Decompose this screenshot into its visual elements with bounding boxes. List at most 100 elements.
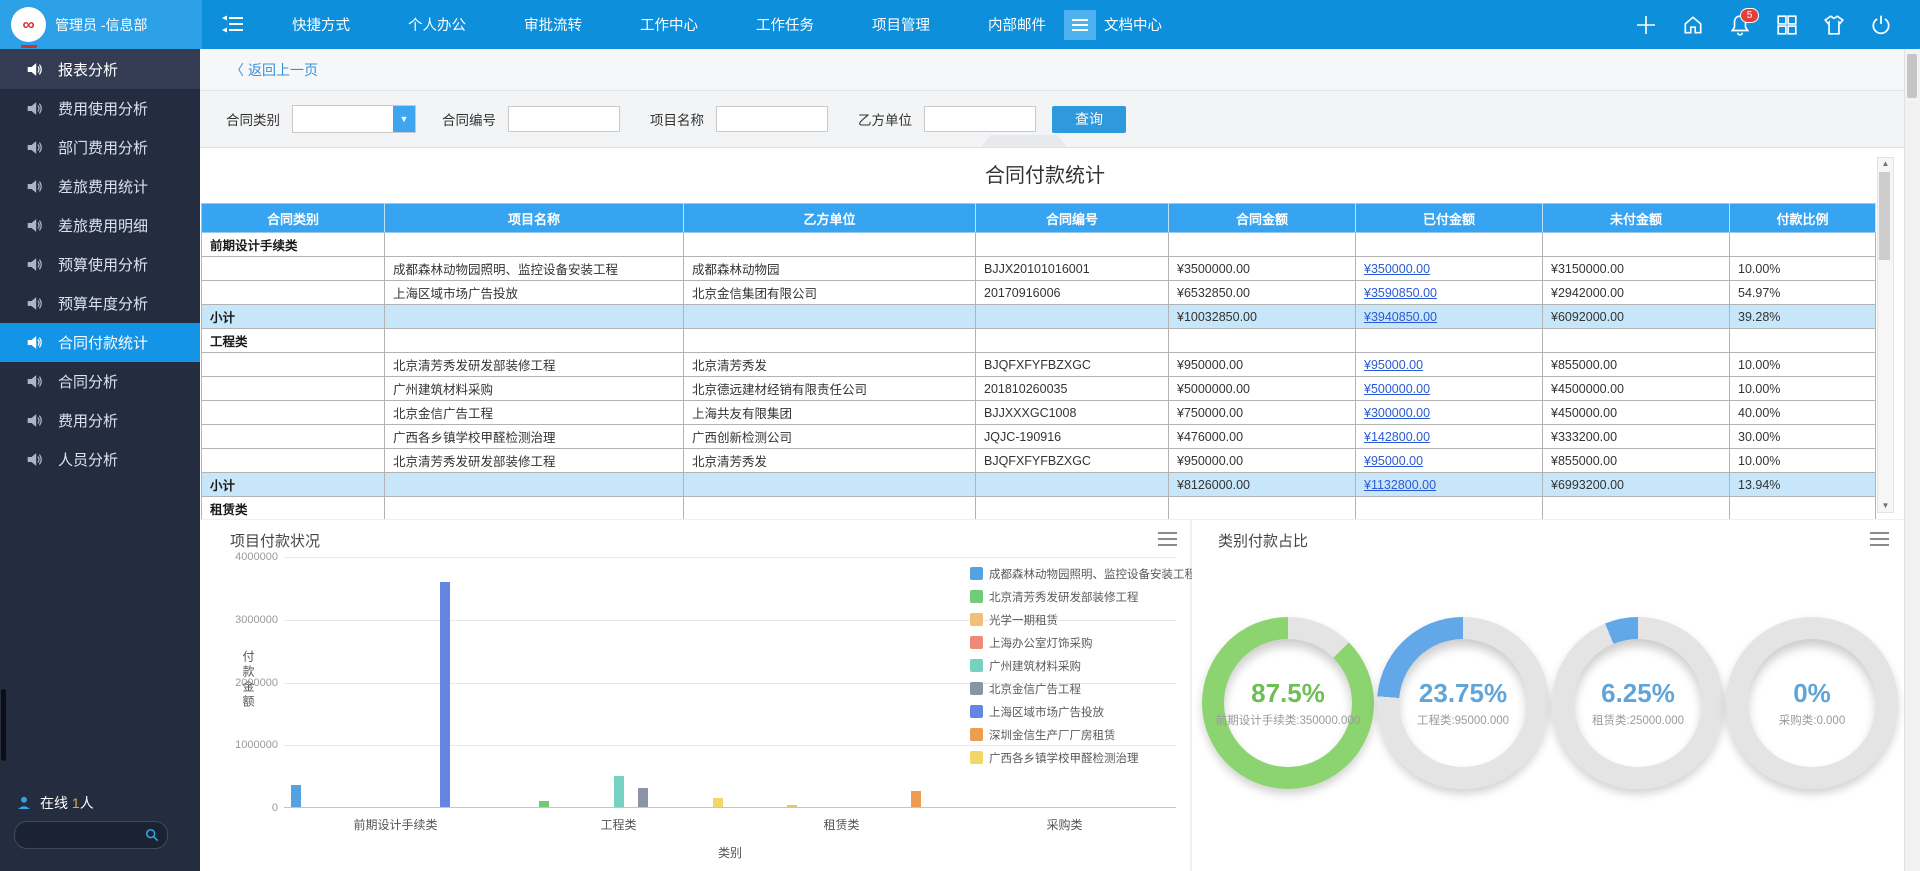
more-menu-button[interactable] (1064, 10, 1096, 40)
table-row: 成都森林动物园照明、监控设备安装工程 成都森林动物园 BJJX20101016001… (201, 256, 1876, 281)
column-header: 项目名称 (384, 203, 684, 233)
legend-item[interactable]: 北京金信广告工程 (970, 677, 1196, 700)
add-icon[interactable] (1635, 14, 1657, 36)
query-button[interactable]: 查询 (1052, 105, 1126, 133)
sidebar-search-input[interactable] (15, 828, 145, 842)
donut-chart[interactable]: 6.25% 租赁类:25000.000 (1552, 617, 1724, 789)
page-scrollbar[interactable] (1904, 49, 1920, 871)
category-select[interactable]: ▼ (292, 105, 416, 133)
cell-unpaid: ¥855000.00 (1542, 448, 1730, 473)
paid-amount-link[interactable]: ¥350000.00 (1364, 262, 1430, 276)
bar[interactable] (910, 791, 921, 807)
paid-amount-link[interactable]: ¥3940850.00 (1364, 310, 1437, 324)
sidebar-item[interactable]: 合同分析 (0, 362, 200, 401)
paid-amount-link[interactable]: ¥142800.00 (1364, 430, 1430, 444)
party-b-label: 乙方单位 (858, 113, 912, 128)
cell-party: 北京清芳秀发 (683, 448, 976, 473)
back-link[interactable]: 〈 返回上一页 (230, 60, 318, 80)
legend-item[interactable]: 广西各乡镇学校甲醛检测治理 (970, 746, 1196, 769)
home-icon[interactable] (1682, 14, 1704, 36)
sidebar-item[interactable]: 预算使用分析 (0, 245, 200, 284)
bar[interactable] (638, 788, 649, 807)
sidebar-item[interactable]: 合同付款统计 (0, 323, 200, 362)
table-scrollbar-thumb[interactable] (1879, 172, 1890, 260)
bar[interactable] (440, 581, 451, 807)
bar[interactable] (712, 798, 723, 807)
legend-item[interactable]: 广州建筑材料采购 (970, 654, 1196, 677)
paid-amount-link[interactable]: ¥95000.00 (1364, 454, 1423, 468)
legend-item[interactable]: 深圳金信生产厂厂房租赁 (970, 723, 1196, 746)
nav-item[interactable]: 文档中心 (1084, 14, 1182, 35)
party-b-input[interactable] (924, 106, 1036, 132)
donut-chart[interactable]: 87.5% 前期设计手续类:350000.000 (1202, 617, 1374, 789)
donut-label: 前期设计手续类:350000.000 (1215, 715, 1361, 727)
donut-chart[interactable]: 0% 采购类:0.000 (1726, 617, 1898, 789)
legend-item[interactable]: 成都森林动物园照明、监控设备安装工程 (970, 562, 1196, 585)
cell-party: 上海共友有限集团 (683, 400, 976, 425)
paid-amount-link[interactable]: ¥95000.00 (1364, 358, 1423, 372)
table-scrollbar[interactable]: ▲ ▼ (1877, 157, 1894, 513)
donut-percent: 6.25% (1601, 678, 1675, 708)
sidebar-item[interactable]: 人员分析 (0, 440, 200, 479)
column-header: 合同类别 (201, 203, 385, 233)
theme-shirt-icon[interactable] (1823, 14, 1845, 36)
paid-amount-link[interactable]: ¥3590850.00 (1364, 286, 1437, 300)
sidebar-module-report-analysis[interactable]: 报表分析 (0, 49, 200, 89)
apps-grid-icon[interactable] (1776, 14, 1798, 36)
sidebar-item[interactable]: 部门费用分析 (0, 128, 200, 167)
cell-unpaid: ¥2942000.00 (1542, 280, 1730, 305)
cell-code: 201810260035 (975, 376, 1169, 401)
legend-item[interactable]: 上海办公室灯饰采购 (970, 631, 1196, 654)
donut-chart[interactable]: 23.75% 工程类:95000.000 (1377, 617, 1549, 789)
bar[interactable] (786, 805, 797, 807)
contract-code-input[interactable] (508, 106, 620, 132)
chart-menu-icon[interactable] (1158, 532, 1177, 546)
bar[interactable] (613, 775, 624, 807)
bar[interactable] (539, 801, 550, 807)
legend-swatch (970, 705, 983, 718)
speaker-icon (26, 295, 43, 312)
cell-paid (1355, 496, 1543, 519)
project-name-input[interactable] (716, 106, 828, 132)
sidebar-item[interactable]: 预算年度分析 (0, 284, 200, 323)
search-icon[interactable] (145, 828, 159, 842)
cell-code (975, 472, 1169, 497)
cell-ratio: 39.28% (1729, 304, 1876, 329)
paid-amount-link[interactable]: ¥500000.00 (1364, 382, 1430, 396)
sidebar-item[interactable]: 费用分析 (0, 401, 200, 440)
scroll-up-icon[interactable]: ▲ (1878, 158, 1893, 170)
sidebar-item[interactable]: 差旅费用统计 (0, 167, 200, 206)
nav-item[interactable]: 个人办公 (388, 14, 486, 35)
cell-ratio (1729, 328, 1876, 353)
column-header: 付款比例 (1729, 203, 1876, 233)
scroll-down-icon[interactable]: ▼ (1878, 500, 1893, 512)
nav-item[interactable]: 项目管理 (852, 14, 950, 35)
chart-menu-icon[interactable] (1870, 532, 1889, 546)
notifications-bell-icon[interactable]: 5 (1729, 7, 1759, 36)
nav-item[interactable]: 内部邮件 (968, 14, 1066, 35)
paid-amount-link[interactable]: ¥1132800.00 (1364, 478, 1436, 492)
sidebar-item[interactable]: 费用使用分析 (0, 89, 200, 128)
sidebar-scrollbar[interactable] (1, 689, 6, 761)
cell-category (201, 256, 385, 281)
nav-item[interactable]: 工作中心 (620, 14, 718, 35)
legend-swatch (970, 751, 983, 764)
nav-item[interactable]: 审批流转 (504, 14, 602, 35)
paid-amount-link[interactable]: ¥300000.00 (1364, 406, 1430, 420)
sidebar-collapse-icon[interactable] (222, 14, 244, 34)
cell-code: BJJXXXGC1008 (975, 400, 1169, 425)
sidebar-item[interactable]: 差旅费用明细 (0, 206, 200, 245)
cell-paid: ¥300000.00 (1355, 400, 1543, 425)
nav-item[interactable]: 快捷方式 (272, 14, 370, 35)
nav-item[interactable]: 工作任务 (736, 14, 834, 35)
legend-item[interactable]: 光学一期租赁 (970, 608, 1196, 631)
page-scrollbar-thumb[interactable] (1907, 54, 1917, 98)
cell-category (201, 424, 385, 449)
table-row: 租赁类 (201, 496, 1876, 519)
bar[interactable] (291, 785, 302, 807)
cell-party (683, 304, 976, 329)
cell-amount: ¥5000000.00 (1168, 376, 1356, 401)
legend-item[interactable]: 上海区域市场广告投放 (970, 700, 1196, 723)
legend-item[interactable]: 北京清芳秀发研发部装修工程 (970, 585, 1196, 608)
logout-power-icon[interactable] (1870, 14, 1892, 36)
